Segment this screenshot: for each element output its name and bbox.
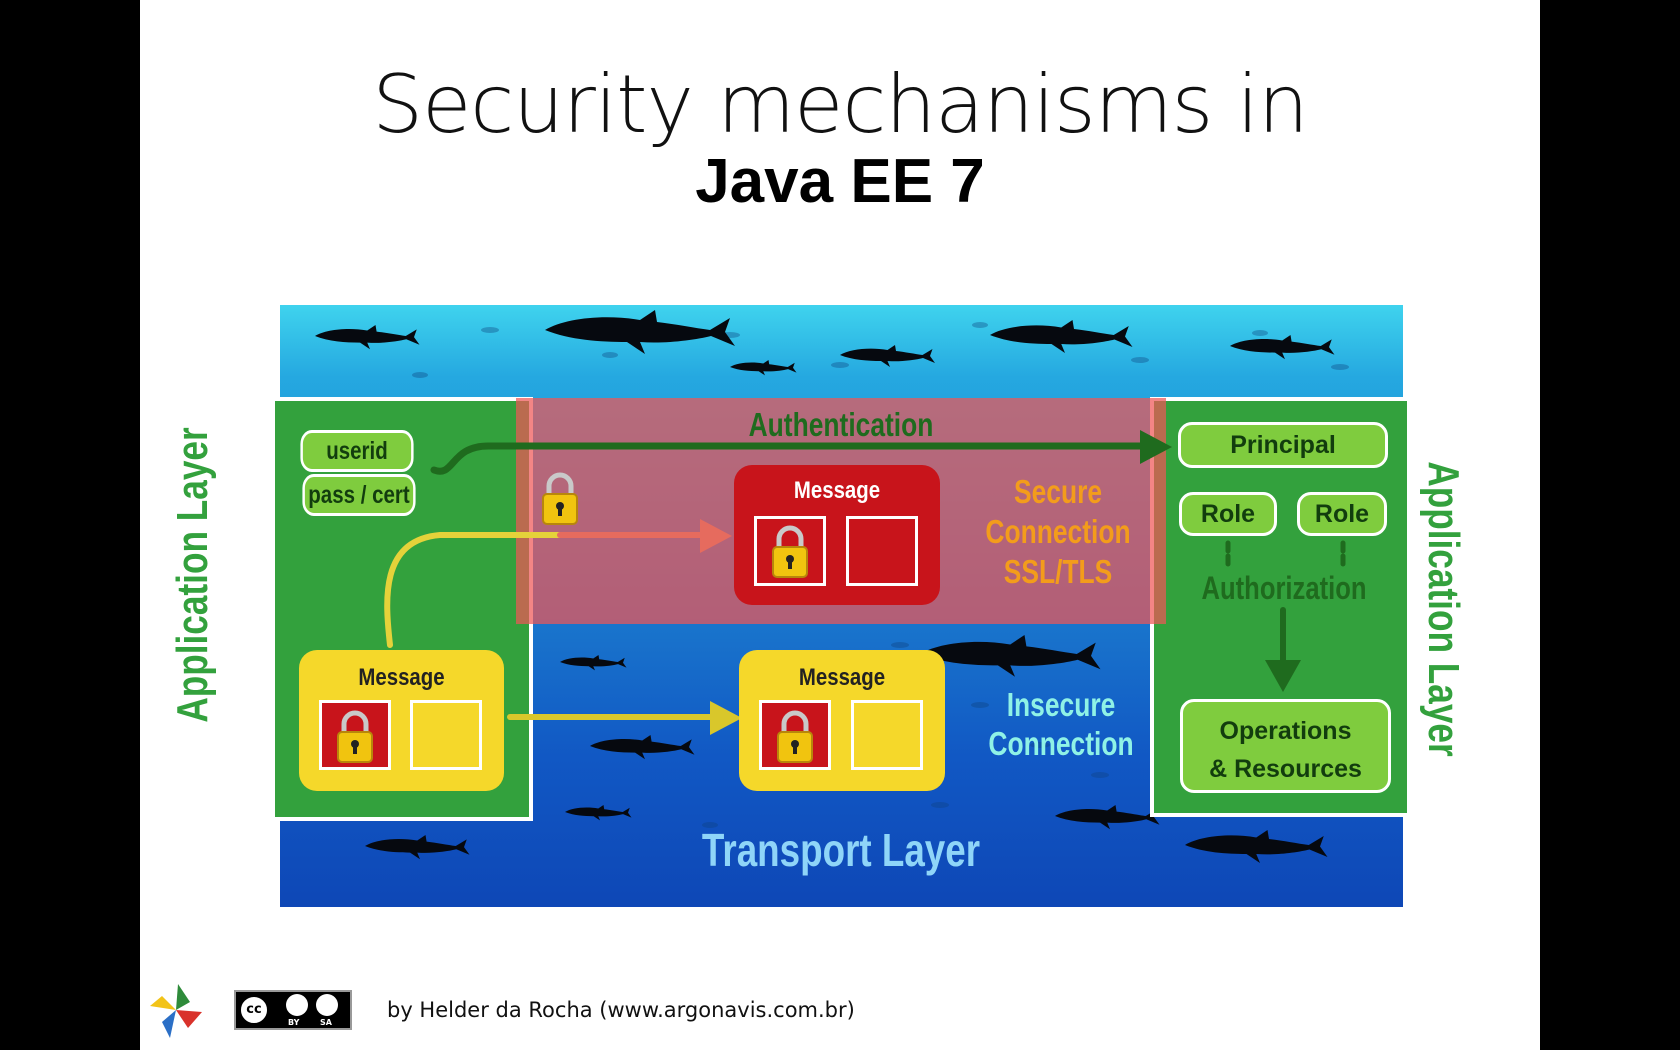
role-box-1: Role bbox=[1179, 492, 1277, 536]
payload-square bbox=[410, 700, 482, 770]
license-sa-text: SA bbox=[320, 1018, 332, 1027]
padlock-icon bbox=[542, 472, 578, 525]
source-message-box: Message bbox=[299, 650, 504, 791]
payload-square bbox=[846, 516, 918, 586]
slide: Security mechanisms in Java EE 7 Applica… bbox=[140, 0, 1540, 1050]
secure-connection-line3: SSL/TLS bbox=[1003, 553, 1113, 590]
operations-line2: & Resources bbox=[1209, 755, 1362, 783]
pass-cert-box: pass / cert bbox=[302, 474, 416, 516]
secure-message-title: Message bbox=[793, 477, 881, 504]
insecure-connection-line2: Connection bbox=[988, 725, 1134, 762]
authentication-label: Authentication bbox=[748, 406, 934, 443]
insecure-message-title: Message bbox=[798, 664, 886, 691]
padlock-icon bbox=[777, 710, 813, 763]
role-box-2: Role bbox=[1297, 492, 1387, 536]
transport-layer-label: Transport Layer bbox=[701, 824, 981, 876]
slide-title-line2: Java EE 7 bbox=[695, 147, 985, 216]
userid-box: userid bbox=[300, 430, 414, 472]
insecure-connection-line1: Insecure bbox=[1006, 686, 1116, 723]
footer-credit: by Helder da Rocha (www.argonavis.com.br… bbox=[387, 998, 855, 1022]
license-by-text: BY bbox=[288, 1018, 300, 1027]
secure-connection-line1: Secure bbox=[1013, 473, 1103, 510]
authorization-label: Authorization bbox=[1201, 570, 1367, 606]
operations-line1: Operations bbox=[1219, 717, 1352, 745]
cc-icon: cc bbox=[239, 995, 269, 1025]
principal-box: Principal bbox=[1178, 422, 1388, 468]
source-message-title: Message bbox=[358, 664, 445, 691]
padlock-icon bbox=[337, 710, 373, 763]
argonavis-logo-icon bbox=[150, 984, 202, 1038]
operations-resources-box: Operations & Resources bbox=[1180, 699, 1391, 793]
creative-commons-badge: cc BY SA bbox=[234, 990, 352, 1030]
application-layer-right-label: Application Layer bbox=[1419, 461, 1468, 757]
application-layer-left-label: Application Layer bbox=[168, 427, 217, 723]
padlock-icon bbox=[772, 525, 808, 578]
secure-message-box: Message bbox=[734, 465, 940, 605]
sa-share-alike-icon bbox=[316, 994, 338, 1016]
payload-square bbox=[851, 700, 923, 770]
secure-connection-line2: Connection bbox=[985, 513, 1131, 550]
by-attribution-icon bbox=[286, 994, 308, 1016]
insecure-message-box: Message bbox=[739, 650, 945, 791]
slide-title-line1: Security mechanisms in bbox=[372, 58, 1308, 151]
